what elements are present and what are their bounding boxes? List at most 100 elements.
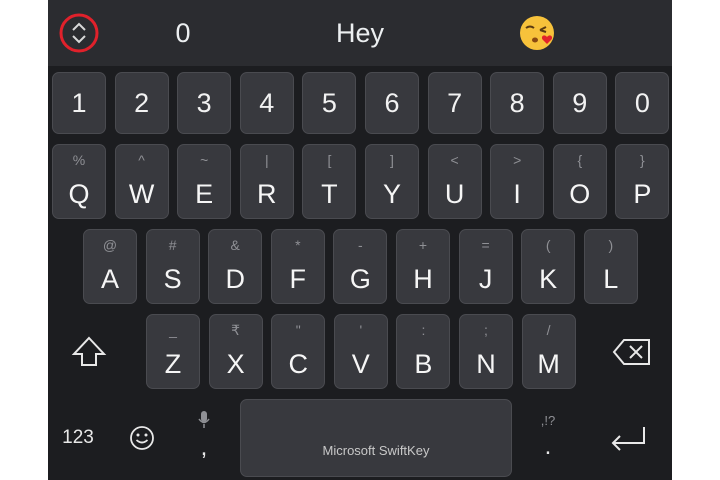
emoji-key[interactable]: [120, 410, 164, 466]
key-letter: H: [413, 264, 433, 294]
key-letter: S: [163, 264, 182, 294]
key-a[interactable]: @ A: [83, 229, 137, 304]
key-6[interactable]: 6: [365, 72, 419, 134]
key-label: 2: [134, 87, 150, 118]
key-0[interactable]: 0: [615, 72, 670, 134]
key-letter: N: [476, 349, 496, 379]
microphone-icon: [198, 411, 210, 428]
key-d[interactable]: & D: [208, 229, 263, 304]
key-symbol-hint: ]: [390, 152, 394, 168]
key-letter: M: [537, 349, 560, 379]
key-letter: I: [513, 179, 521, 209]
comma-key[interactable]: ,: [182, 402, 226, 470]
enter-icon: [611, 427, 645, 451]
key-t[interactable]: [T: [302, 144, 357, 219]
key-y[interactable]: ] Y: [365, 144, 419, 219]
suggestion-left[interactable]: 0: [148, 0, 218, 66]
key-o[interactable]: {O: [552, 144, 607, 219]
key-letter: F: [289, 264, 307, 294]
period-key[interactable]: ,!? .: [526, 402, 570, 470]
numbers-symbols-key[interactable]: 123: [50, 410, 106, 466]
comma-label: ,: [200, 434, 208, 461]
key-b[interactable]: :B: [396, 314, 451, 389]
key-symbol-hint: ): [608, 237, 614, 253]
key-symbol-hint: ": [295, 322, 301, 338]
key-u[interactable]: < U: [427, 144, 482, 219]
key-7[interactable]: 7: [427, 72, 482, 134]
key-symbol-hint: }: [640, 152, 645, 168]
keyboard: 0 Hey 1234567890 % Q ^ W ~ E | R[T] Y < U > I{O} P @ A…: [48, 0, 672, 480]
key-1[interactable]: 1: [52, 72, 106, 134]
key-letter: G: [349, 264, 371, 294]
key-letter: A: [100, 264, 119, 294]
key-label: 5: [321, 87, 337, 118]
key-h[interactable]: + H: [396, 229, 450, 304]
key-8[interactable]: 8: [490, 72, 545, 134]
key-symbol-hint: /: [546, 322, 551, 338]
key-z[interactable]: _ Z: [146, 314, 200, 389]
emoji-icon: [130, 426, 154, 450]
key-v[interactable]: ' V: [333, 314, 388, 389]
period-label: .: [544, 432, 552, 460]
space-bar-label: Microsoft SwiftKey: [322, 443, 430, 458]
key-n[interactable]: ; N: [459, 314, 513, 389]
key-5[interactable]: 5: [302, 72, 357, 134]
key-label: 9: [572, 87, 588, 118]
key-r[interactable]: | R: [239, 144, 294, 219]
key-letter: Y: [382, 179, 401, 209]
suggestion-bar: 0 Hey: [48, 0, 672, 66]
key-label: 6: [384, 87, 400, 118]
key-e[interactable]: ~ E: [177, 144, 232, 219]
key-f[interactable]: * F: [270, 229, 325, 304]
key-symbol-hint: <: [450, 152, 459, 168]
key-4[interactable]: 4: [239, 72, 294, 134]
key-g[interactable]: -G: [333, 229, 388, 304]
suggestion-emoji[interactable]: [502, 0, 572, 66]
key-symbol-hint: :: [421, 322, 426, 338]
key-k[interactable]: (K: [521, 229, 576, 304]
key-2[interactable]: 2: [114, 72, 169, 134]
key-symbol-hint: (: [545, 237, 551, 253]
key-w[interactable]: ^ W: [114, 144, 169, 219]
key-letter: X: [226, 349, 245, 379]
key-s[interactable]: # S: [145, 229, 200, 304]
key-3[interactable]: 3: [177, 72, 232, 134]
key-j[interactable]: = J: [458, 229, 513, 304]
key-symbol-hint: =: [481, 237, 490, 253]
key-letter: D: [225, 264, 245, 294]
key-symbol-hint: +: [418, 237, 428, 253]
key-letter: Q: [68, 179, 90, 209]
key-symbol-hint: >: [513, 152, 522, 168]
key-label: 8: [509, 87, 525, 118]
key-i[interactable]: > I: [490, 144, 545, 219]
up-down-chevron-icon: [59, 13, 99, 53]
key-m[interactable]: / M: [521, 314, 576, 389]
key-symbol-hint: &: [230, 237, 240, 253]
toggle-toolbar-button[interactable]: [59, 13, 99, 53]
key-letter: E: [195, 179, 214, 209]
space-bar[interactable]: Microsoft SwiftKey: [240, 399, 512, 477]
key-x[interactable]: ₹ X: [208, 314, 263, 389]
kissing-face-emoji-icon: [520, 16, 554, 50]
shift-key[interactable]: [62, 322, 116, 382]
key-q[interactable]: % Q: [52, 144, 106, 219]
key-l[interactable]: ) L: [583, 229, 638, 304]
shift-icon: [71, 336, 107, 366]
key-letter: L: [603, 264, 619, 294]
period-hint: ,!?: [540, 412, 556, 428]
key-label: 1: [71, 87, 87, 118]
key-letter: P: [633, 179, 652, 209]
suggestion-center[interactable]: Hey: [298, 0, 422, 66]
key-symbol-hint: *: [295, 237, 301, 253]
key-label: 7: [447, 87, 463, 118]
key-symbol-hint: {: [577, 152, 583, 168]
key-letter: O: [569, 179, 591, 209]
backspace-key[interactable]: [604, 322, 660, 382]
enter-key[interactable]: [600, 410, 656, 466]
key-symbol-hint: _: [169, 322, 177, 338]
key-p[interactable]: } P: [615, 144, 670, 219]
key-c[interactable]: " C: [271, 314, 326, 389]
backspace-icon: [612, 339, 650, 365]
key-letter: K: [539, 264, 558, 294]
key-9[interactable]: 9: [552, 72, 607, 134]
